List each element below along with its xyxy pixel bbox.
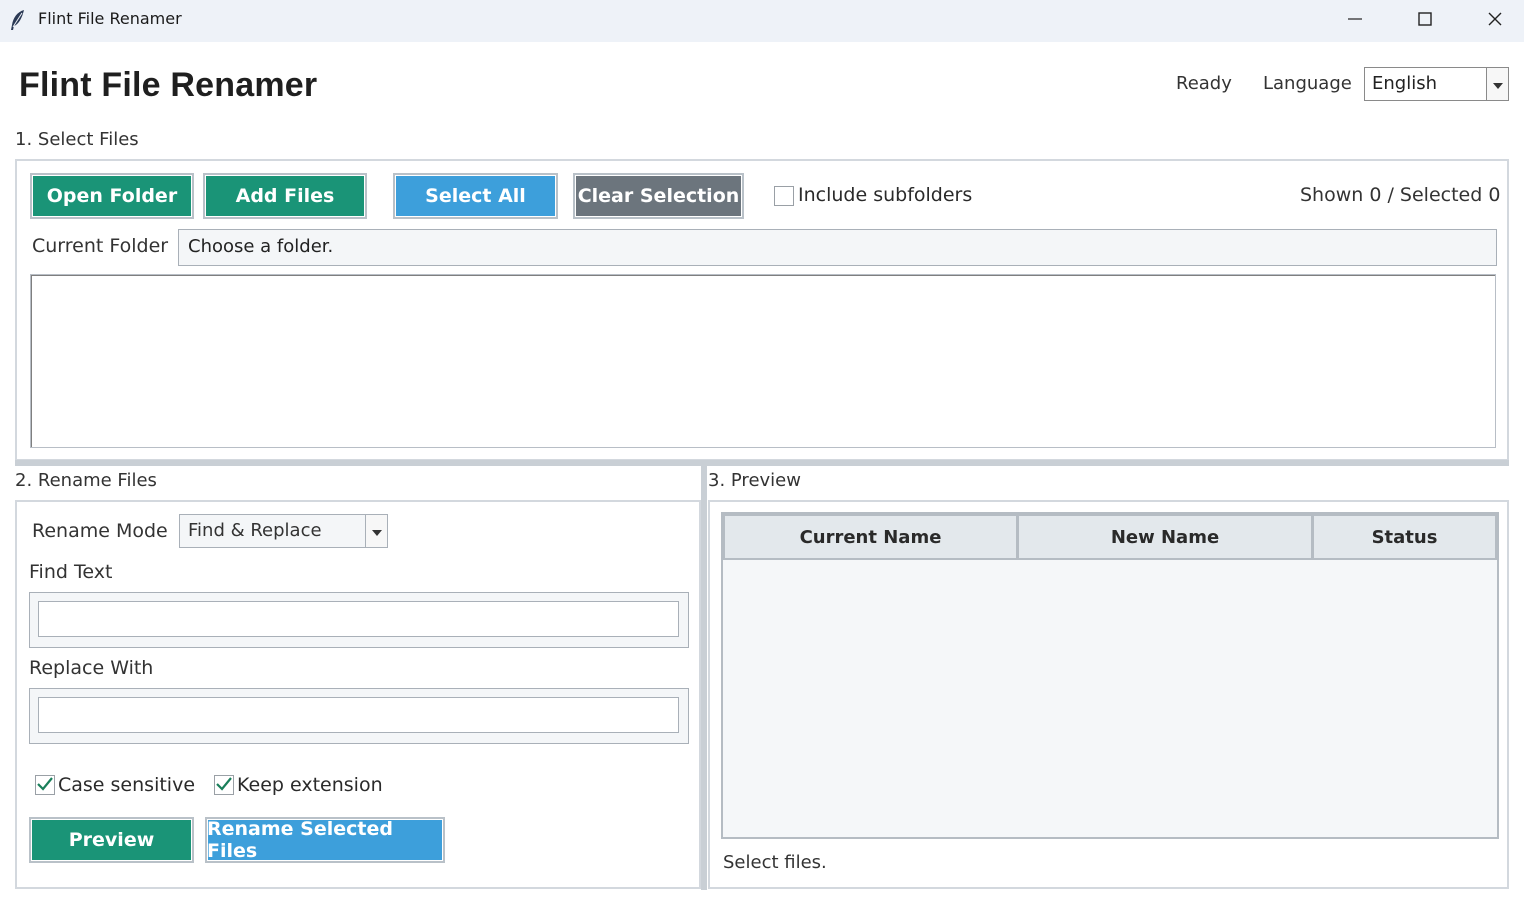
rename-selected-files-button[interactable]: Rename Selected Files [205,817,445,863]
current-folder-label: Current Folder [32,235,169,257]
rename-mode-label: Rename Mode [32,520,168,542]
current-folder-value: Choose a folder. [188,236,334,257]
vertical-divider[interactable] [701,466,707,890]
find-text-field [29,592,689,648]
preview-button[interactable]: Preview [29,817,194,863]
keep-extension-label: Keep extension [237,774,383,796]
close-icon [1487,11,1503,31]
maximize-icon [1417,11,1433,31]
minimize-icon [1347,11,1363,31]
horizontal-divider[interactable] [15,460,1509,466]
checkmark-icon [37,776,53,795]
language-dropdown-button[interactable] [1486,68,1508,100]
close-button[interactable] [1460,0,1524,42]
section-label-preview: 3. Preview [708,470,801,491]
chevron-down-icon [1492,75,1504,94]
add-files-button[interactable]: Add Files [203,173,367,219]
app-title: Flint File Renamer [19,66,318,104]
column-header-status[interactable]: Status [1312,514,1497,560]
select-files-frame: Open Folder Add Files Select All Clear S… [15,159,1509,461]
rename-mode-value: Find & Replace [188,520,322,541]
find-text-input[interactable] [38,601,679,637]
preview-frame: Current Name New Name Status Select file… [708,500,1509,889]
window-title: Flint File Renamer [38,9,182,28]
rename-mode-select[interactable]: Find & Replace [179,514,388,548]
replace-with-label: Replace With [29,657,154,679]
status-text: Ready [1176,73,1232,94]
selection-count: Shown 0 / Selected 0 [1300,184,1501,206]
select-all-button[interactable]: Select All [393,173,558,219]
window-titlebar: Flint File Renamer [0,0,1524,42]
feather-icon [9,9,27,31]
replace-with-field [29,688,689,744]
open-folder-button[interactable]: Open Folder [30,173,194,219]
include-subfolders-checkbox[interactable] [774,186,794,206]
column-header-new-name[interactable]: New Name [1017,514,1313,560]
language-select[interactable]: English [1364,67,1509,101]
clear-selection-button[interactable]: Clear Selection [573,173,744,219]
rename-mode-dropdown-button[interactable] [365,515,387,547]
case-sensitive-label: Case sensitive [58,774,196,796]
maximize-button[interactable] [1390,0,1460,42]
chevron-down-icon [371,522,383,541]
column-header-current-name[interactable]: Current Name [723,514,1018,560]
case-sensitive-checkbox[interactable] [35,775,55,795]
language-value: English [1372,73,1437,94]
current-folder-field[interactable]: Choose a folder. [178,229,1497,266]
checkmark-icon [216,776,232,795]
language-label: Language [1263,73,1352,94]
minimize-button[interactable] [1320,0,1390,42]
file-list[interactable] [30,274,1496,448]
rename-files-frame: Rename Mode Find & Replace Find Text Rep… [15,500,701,889]
section-label-select-files: 1. Select Files [15,129,139,150]
section-label-rename-files: 2. Rename Files [15,470,157,491]
keep-extension-checkbox[interactable] [214,775,234,795]
include-subfolders-label: Include subfolders [798,184,973,206]
find-text-label: Find Text [29,561,113,583]
preview-table[interactable]: Current Name New Name Status [721,512,1499,839]
replace-with-input[interactable] [38,697,679,733]
preview-status-text: Select files. [723,852,827,873]
